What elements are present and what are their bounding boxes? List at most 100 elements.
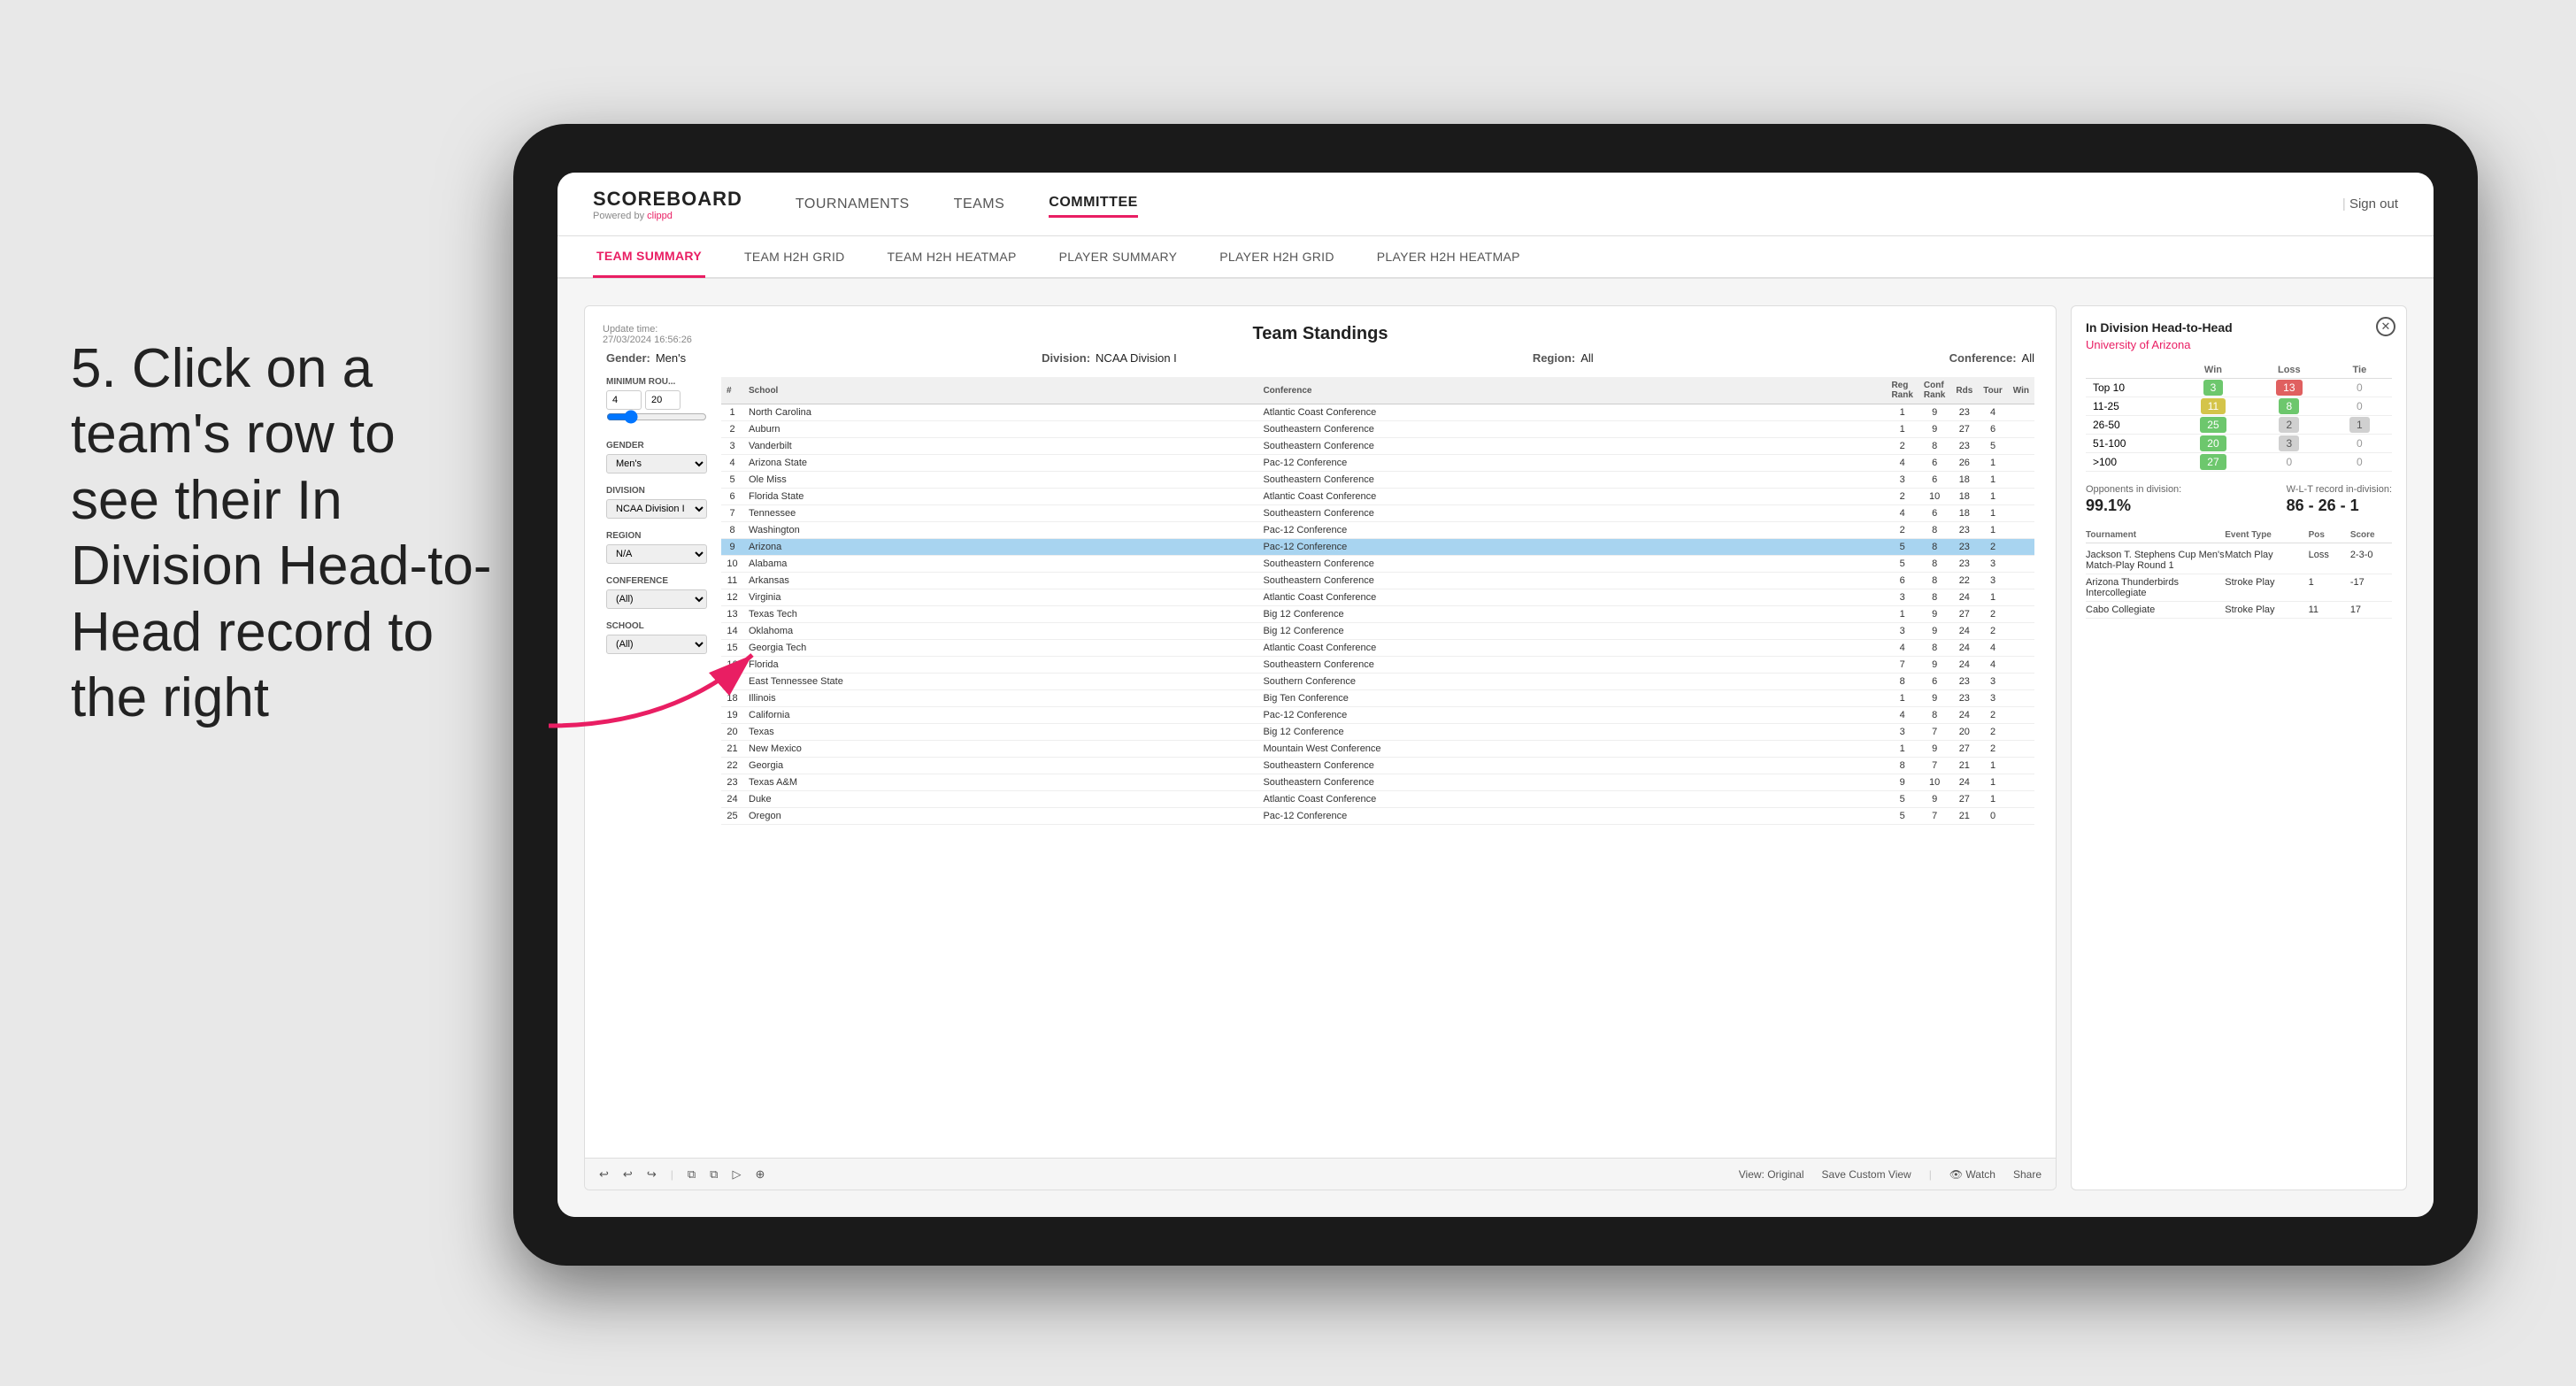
cell-tour: 1 <box>1978 522 2007 539</box>
table-row[interactable]: 22 Georgia Southeastern Conference 8 7 2… <box>721 758 2034 774</box>
h2h-close-btn[interactable]: ✕ <box>2376 317 2395 336</box>
cell-win <box>2008 522 2034 539</box>
table-row[interactable]: 15 Georgia Tech Atlantic Coast Conferenc… <box>721 640 2034 657</box>
table-row[interactable]: 4 Arizona State Pac-12 Conference 4 6 26… <box>721 455 2034 472</box>
cell-rank: 8 <box>721 522 743 539</box>
cell-tour: 2 <box>1978 741 2007 758</box>
table-row[interactable]: 19 California Pac-12 Conference 4 8 24 2 <box>721 707 2034 724</box>
tournament-row[interactable]: Cabo Collegiate Stroke Play 11 17 <box>2086 602 2392 619</box>
cell-rank: 12 <box>721 589 743 606</box>
nav-committee[interactable]: COMMITTEE <box>1049 190 1138 218</box>
redo-btn[interactable]: ↪ <box>647 1167 657 1182</box>
share-btn[interactable]: Share <box>2013 1168 2042 1181</box>
nav-tournaments[interactable]: TOURNAMENTS <box>796 192 910 217</box>
cell-tour: 2 <box>1978 539 2007 556</box>
h2h-col-win: Win <box>2175 362 2251 379</box>
table-row[interactable]: 11 Arkansas Southeastern Conference 6 8 … <box>721 573 2034 589</box>
table-row[interactable]: 12 Virginia Atlantic Coast Conference 3 … <box>721 589 2034 606</box>
undo2-btn[interactable]: ↩ <box>623 1167 633 1182</box>
cell-school: Arizona State <box>743 455 1257 472</box>
table-row[interactable]: 25 Oregon Pac-12 Conference 5 7 21 0 <box>721 808 2034 825</box>
region-select[interactable]: N/A All <box>606 544 707 564</box>
filter-region: Region: All <box>1533 351 1594 365</box>
h2h-row: 26-50 25 2 1 <box>2086 416 2392 435</box>
sub-nav-team-summary[interactable]: TEAM SUMMARY <box>593 235 705 278</box>
view-original-btn[interactable]: View: Original <box>1739 1168 1804 1181</box>
table-row[interactable]: 20 Texas Big 12 Conference 3 7 20 2 <box>721 724 2034 741</box>
copy-btn[interactable]: ⧉ <box>688 1167 696 1182</box>
table-row[interactable]: 9 Arizona Pac-12 Conference 5 8 23 2 <box>721 539 2034 556</box>
cell-conference: Southern Conference <box>1257 674 1886 690</box>
tournament-row[interactable]: Jackson T. Stephens Cup Men's Match-Play… <box>2086 547 2392 574</box>
opponents-stat: Opponents in division: 99.1% <box>2086 484 2181 515</box>
cell-reg-rank: 7 <box>1886 657 1918 674</box>
h2h-table: Win Loss Tie Top 10 3 13 0 11-25 11 8 0 … <box>2086 362 2392 472</box>
table-row[interactable]: 23 Texas A&M Southeastern Conference 9 1… <box>721 774 2034 791</box>
table-row[interactable]: 21 New Mexico Mountain West Conference 1… <box>721 741 2034 758</box>
th-score: Score <box>2350 530 2392 540</box>
cell-conf-rank: 9 <box>1919 657 1950 674</box>
cell-school: Illinois <box>743 690 1257 707</box>
gender-select[interactable]: Men's Women's <box>606 454 707 474</box>
conference-select[interactable]: (All) <box>606 589 707 609</box>
cell-reg-rank: 1 <box>1886 690 1918 707</box>
cell-conference: Southeastern Conference <box>1257 758 1886 774</box>
table-row[interactable]: 2 Auburn Southeastern Conference 1 9 27 … <box>721 421 2034 438</box>
lc-division: Division NCAA Division I NCAA Division I… <box>606 486 707 519</box>
nav-teams[interactable]: TEAMS <box>954 192 1005 217</box>
col-reg-rank: Reg Rank <box>1886 377 1918 404</box>
tourn-name: Jackson T. Stephens Cup Men's Match-Play… <box>2086 550 2225 571</box>
table-row[interactable]: 13 Texas Tech Big 12 Conference 1 9 27 2 <box>721 606 2034 623</box>
sub-nav-team-h2h-grid[interactable]: TEAM H2H GRID <box>741 235 849 278</box>
table-row[interactable]: 5 Ole Miss Southeastern Conference 3 6 1… <box>721 472 2034 489</box>
tournament-row[interactable]: Arizona Thunderbirds Intercollegiate Str… <box>2086 574 2392 602</box>
table-row[interactable]: 18 Illinois Big Ten Conference 1 9 23 3 <box>721 690 2034 707</box>
save-custom-btn[interactable]: Save Custom View <box>1822 1168 1911 1181</box>
content-area: Update time: 27/03/2024 16:56:26 Team St… <box>557 279 2434 1217</box>
cell-rank: 24 <box>721 791 743 808</box>
lc-school: School (All) <box>606 621 707 654</box>
cell-rds: 24 <box>1950 623 1978 640</box>
watch-btn[interactable]: 👁 Watch <box>1949 1168 1995 1181</box>
table-row[interactable]: 8 Washington Pac-12 Conference 2 8 23 1 <box>721 522 2034 539</box>
table-row[interactable]: 14 Oklahoma Big 12 Conference 3 9 24 2 <box>721 623 2034 640</box>
table-row[interactable]: 16 Florida Southeastern Conference 7 9 2… <box>721 657 2034 674</box>
sub-nav-team-h2h-heatmap[interactable]: TEAM H2H HEATMAP <box>884 235 1020 278</box>
min-rounds-input[interactable] <box>606 390 642 410</box>
cell-reg-rank: 3 <box>1886 724 1918 741</box>
tourn-score: 17 <box>2350 604 2392 615</box>
tourn-pos: Loss <box>2309 550 2350 571</box>
cell-rank: 13 <box>721 606 743 623</box>
add-btn[interactable]: ⊕ <box>755 1167 765 1182</box>
tourn-pos: 1 <box>2309 577 2350 598</box>
col-tour: Tour <box>1978 377 2007 404</box>
sub-nav-player-h2h-heatmap[interactable]: PLAYER H2H HEATMAP <box>1373 235 1524 278</box>
undo-btn[interactable]: ↩ <box>599 1167 609 1182</box>
lc-gender: Gender Men's Women's <box>606 441 707 474</box>
cell-tour: 1 <box>1978 758 2007 774</box>
table-row[interactable]: 6 Florida State Atlantic Coast Conferenc… <box>721 489 2034 505</box>
table-row[interactable]: 24 Duke Atlantic Coast Conference 5 9 27… <box>721 791 2034 808</box>
paste-btn[interactable]: ⧉ <box>710 1167 718 1182</box>
min-rounds-max-input[interactable] <box>645 390 681 410</box>
sub-nav-player-summary[interactable]: PLAYER SUMMARY <box>1056 235 1181 278</box>
min-rounds-slider[interactable] <box>606 410 707 424</box>
school-select[interactable]: (All) <box>606 635 707 654</box>
play-btn[interactable]: ▷ <box>732 1167 741 1182</box>
cell-conference: Atlantic Coast Conference <box>1257 489 1886 505</box>
division-select[interactable]: NCAA Division I NCAA Division II <box>606 499 707 519</box>
h2h-cell-tie: 0 <box>2327 453 2392 472</box>
panel-title: Team Standings <box>606 324 2034 344</box>
table-row[interactable]: 3 Vanderbilt Southeastern Conference 2 8… <box>721 438 2034 455</box>
table-row[interactable]: 1 North Carolina Atlantic Coast Conferen… <box>721 404 2034 421</box>
cell-conf-rank: 8 <box>1919 589 1950 606</box>
cell-win <box>2008 774 2034 791</box>
table-row[interactable]: 17 East Tennessee State Southern Confere… <box>721 674 2034 690</box>
table-row[interactable]: 10 Alabama Southeastern Conference 5 8 2… <box>721 556 2034 573</box>
sub-nav-player-h2h-grid[interactable]: PLAYER H2H GRID <box>1216 235 1338 278</box>
h2h-cell-tie: 0 <box>2327 379 2392 397</box>
sign-out-button[interactable]: Sign out <box>2342 196 2398 212</box>
cell-rank: 7 <box>721 505 743 522</box>
cell-win <box>2008 438 2034 455</box>
table-row[interactable]: 7 Tennessee Southeastern Conference 4 6 … <box>721 505 2034 522</box>
